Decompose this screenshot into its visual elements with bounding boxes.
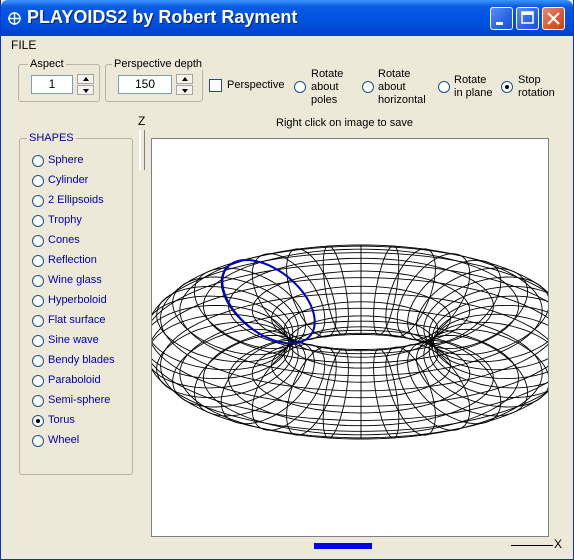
shape-label: Semi-sphere	[48, 394, 111, 406]
perspective-depth-input[interactable]: 150	[118, 75, 172, 94]
torus-meridian	[146, 295, 291, 371]
shape-label: Bendy blades	[48, 354, 115, 366]
perspective-depth-stepper[interactable]	[176, 74, 193, 95]
aspect-up-arrow-icon[interactable]	[77, 74, 94, 84]
rotate-poles-radio[interactable]	[294, 81, 306, 93]
x-axis-label: X	[554, 537, 563, 551]
rotate-poles-label: Rotate about poles	[311, 68, 344, 106]
app-window: PLAYOIDS2 by Robert Rayment FILE Aspect …	[0, 0, 574, 560]
shape-label: Hyperboloid	[48, 294, 107, 306]
depth-up-arrow-icon[interactable]	[176, 74, 193, 84]
perspective-checkbox[interactable]	[209, 79, 222, 92]
torus-meridian	[172, 276, 299, 356]
x-axis-line	[511, 545, 553, 546]
perspective-checkbox-label: Perspective	[227, 79, 285, 91]
shape-radio-2-ellipsoids[interactable]	[32, 195, 44, 207]
window-title: PLAYOIDS2 by Robert Rayment	[27, 7, 298, 27]
x-axis-slider[interactable]	[314, 543, 372, 549]
shape-label: Sine wave	[48, 334, 99, 346]
shape-label: Sphere	[48, 154, 84, 166]
shape-label: 2 Ellipsoids	[48, 194, 104, 206]
shape-label: Wheel	[48, 434, 80, 446]
minimize-button[interactable]	[490, 7, 513, 30]
shape-radio-bendy-blades[interactable]	[32, 355, 44, 367]
shape-label: Wine glass	[48, 274, 102, 286]
shape-radio-semi-sphere[interactable]	[32, 395, 44, 407]
rotate-in-plane-radio[interactable]	[438, 81, 450, 93]
rotate-horizontal-label: Rotate about horizontal	[378, 68, 426, 106]
shape-label: Cylinder	[48, 174, 89, 186]
shape-radio-cones[interactable]	[32, 235, 44, 247]
z-axis-label: Z	[138, 114, 146, 128]
torus-parallel	[147, 252, 574, 407]
shape-radio-paraboloid[interactable]	[32, 375, 44, 387]
rotate-horizontal-radio[interactable]	[362, 81, 374, 93]
close-icon	[547, 12, 560, 25]
shape-radio-cylinder[interactable]	[32, 175, 44, 187]
shape-label: Trophy	[48, 214, 82, 226]
minimize-icon	[496, 22, 503, 25]
aspect-label: Aspect	[28, 58, 66, 70]
app-icon	[8, 12, 21, 25]
shape-radio-sphere[interactable]	[32, 155, 44, 167]
file-menu-label: FILE	[11, 38, 37, 52]
stop-rotation-radio[interactable]	[501, 81, 513, 93]
shape-radio-flat-surface[interactable]	[32, 315, 44, 327]
shape-radio-torus[interactable]	[32, 415, 44, 427]
torus-meridian	[143, 304, 289, 380]
z-axis-slider[interactable]	[139, 130, 145, 170]
shape-label: Paraboloid	[48, 374, 101, 386]
depth-down-arrow-icon[interactable]	[176, 85, 193, 95]
torus-meridian	[146, 313, 291, 389]
torus-parallel	[143, 263, 574, 421]
shape-label: Reflection	[48, 254, 97, 266]
maximize-icon	[521, 11, 534, 24]
aspect-stepper[interactable]	[77, 74, 94, 95]
shape-radio-wheel[interactable]	[32, 435, 44, 447]
torus-parallel	[147, 277, 574, 432]
stop-rotation-label: Stop rotation	[518, 74, 555, 99]
shape-radio-reflection[interactable]	[32, 255, 44, 267]
shape-radio-hyperboloid[interactable]	[32, 295, 44, 307]
aspect-input[interactable]: 1	[31, 75, 73, 94]
shape-radio-trophy[interactable]	[32, 215, 44, 227]
file-menu[interactable]: FILE	[11, 38, 36, 52]
shape-label: Cones	[48, 234, 80, 246]
perspective-depth-label: Perspective depth	[112, 58, 205, 70]
menu-bar: FILE	[1, 36, 573, 54]
drawing-canvas[interactable]	[143, 138, 574, 537]
maximize-button[interactable]	[516, 7, 539, 30]
shape-radio-wine-glass[interactable]	[32, 275, 44, 287]
torus-wireframe	[143, 244, 574, 440]
save-hint: Right click on image to save	[276, 117, 413, 129]
title-bar[interactable]: PLAYOIDS2 by Robert Rayment	[1, 0, 573, 36]
shapes-group-title: SHAPES	[27, 132, 76, 144]
shape-label: Torus	[48, 414, 75, 426]
aspect-down-arrow-icon[interactable]	[77, 85, 94, 95]
rotate-in-plane-label: Rotate in plane	[454, 74, 493, 99]
close-button[interactable]	[542, 7, 565, 30]
shape-label: Flat surface	[48, 314, 106, 326]
shape-radio-sine-wave[interactable]	[32, 335, 44, 347]
